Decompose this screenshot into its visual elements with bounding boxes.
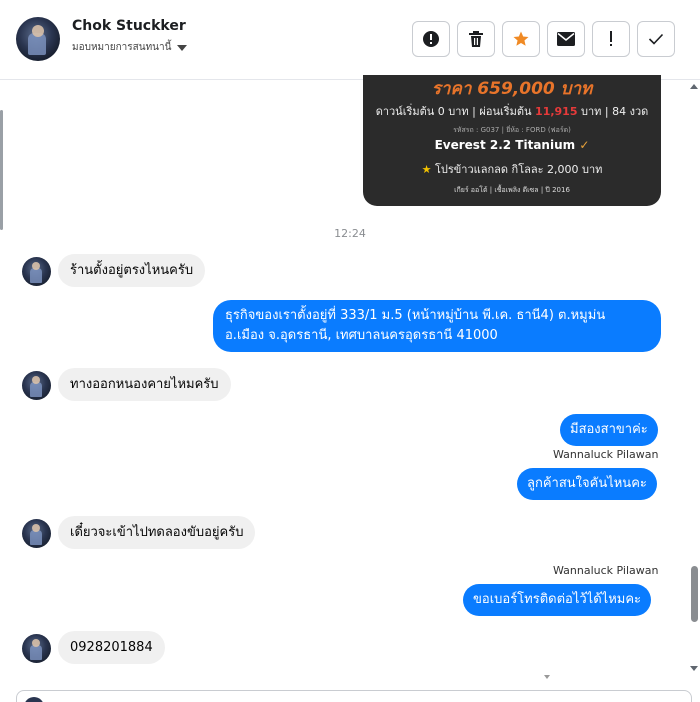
star-icon <box>513 31 529 46</box>
star-icon: ★ <box>421 163 432 176</box>
scroll-up-arrow-icon[interactable] <box>690 84 698 89</box>
incoming-message[interactable]: เดี๋ยวจะเข้าไปทดลองขับอยู่ครับ <box>58 516 256 549</box>
contact-avatar[interactable] <box>16 17 60 61</box>
promo-specs: เกียร์ ออโต้ | เชื้อเพลิง ดีเซล | ปี 201… <box>454 186 570 194</box>
assign-conversation-dropdown[interactable]: มอบหมายการสนทนานี้ <box>72 40 188 55</box>
star-button[interactable] <box>502 21 540 57</box>
delete-button[interactable] <box>457 21 495 57</box>
promo-model: Everest 2.2 Titanium ✓ <box>434 138 590 152</box>
conversation-header: Chok Stuckker มอบหมายการสนทนานี้ <box>0 0 700 80</box>
outgoing-message[interactable]: ธุรกิจของเราตั้งอยู่ที่ 333/1 ม.5 (หน้าห… <box>213 300 661 352</box>
outgoing-message[interactable]: ลูกค้าสนใจคันไหนคะ <box>517 468 657 500</box>
verified-check-icon: ✓ <box>579 138 590 152</box>
jump-to-latest-icon[interactable] <box>544 675 550 679</box>
message-composer[interactable] <box>16 690 692 702</box>
sender-avatar[interactable] <box>22 634 51 663</box>
agent-name: Wannaluck Pilawan <box>553 448 659 461</box>
outgoing-message[interactable]: ขอเบอร์โทรติดต่อไว้ได้ไหมคะ <box>463 584 652 616</box>
assign-label: มอบหมายการสนทนานี้ <box>72 42 172 53</box>
promo-code-brand: รหัสรถ : G037 | ยี่ห้อ : FORD (ฟอร์ด) <box>453 126 571 134</box>
promo-offer: ★ โปรข้าวแลกลด กิโลละ 2,000 บาท <box>421 163 603 176</box>
incoming-message[interactable]: ทางออกหนองคายไหมครับ <box>58 368 231 401</box>
message-line: อ.เมือง จ.อุดรธานี, เทศบาลนครอุดรธานี 41… <box>225 328 498 343</box>
agent-name: Wannaluck Pilawan <box>553 564 659 577</box>
incoming-message[interactable]: 0928201884 <box>58 631 165 664</box>
promo-price: ราคา 659,000 บาท <box>431 79 593 99</box>
promo-installment: 11,915 <box>535 105 578 118</box>
car-promo-image[interactable]: ราคา 659,000 บาท ดาวน์เริ่มต้น 0 บาท | ผ… <box>363 75 661 206</box>
done-button[interactable] <box>637 21 675 57</box>
sender-avatar[interactable] <box>22 257 51 286</box>
message-timestamp: 12:24 <box>334 227 366 240</box>
check-icon <box>648 33 664 45</box>
header-toolbar <box>412 21 675 57</box>
message-line: ธุรกิจของเราตั้งอยู่ที่ 333/1 ม.5 (หน้าห… <box>225 308 606 323</box>
left-panel-edge <box>0 110 3 230</box>
scroll-down-arrow-icon[interactable] <box>690 666 698 671</box>
contact-name[interactable]: Chok Stuckker <box>72 18 186 34</box>
alert-circle-icon <box>423 31 439 47</box>
promo-financing: ดาวน์เริ่มต้น 0 บาท | ผ่อนเริ่มต้น 11,91… <box>375 105 649 118</box>
caret-down-icon <box>177 44 188 51</box>
report-button[interactable] <box>412 21 450 57</box>
scrollbar-thumb[interactable] <box>691 566 698 622</box>
sender-avatar[interactable] <box>22 371 51 400</box>
mail-button[interactable] <box>547 21 585 57</box>
envelope-icon <box>557 32 575 46</box>
incoming-message[interactable]: ร้านตั้งอยู่ตรงไหนครับ <box>58 254 206 287</box>
trash-icon <box>469 31 483 47</box>
exclamation-icon <box>610 31 612 46</box>
sender-avatar[interactable] <box>22 519 51 548</box>
outgoing-message[interactable]: มีสองสาขาค่ะ <box>560 414 658 446</box>
important-button[interactable] <box>592 21 630 57</box>
